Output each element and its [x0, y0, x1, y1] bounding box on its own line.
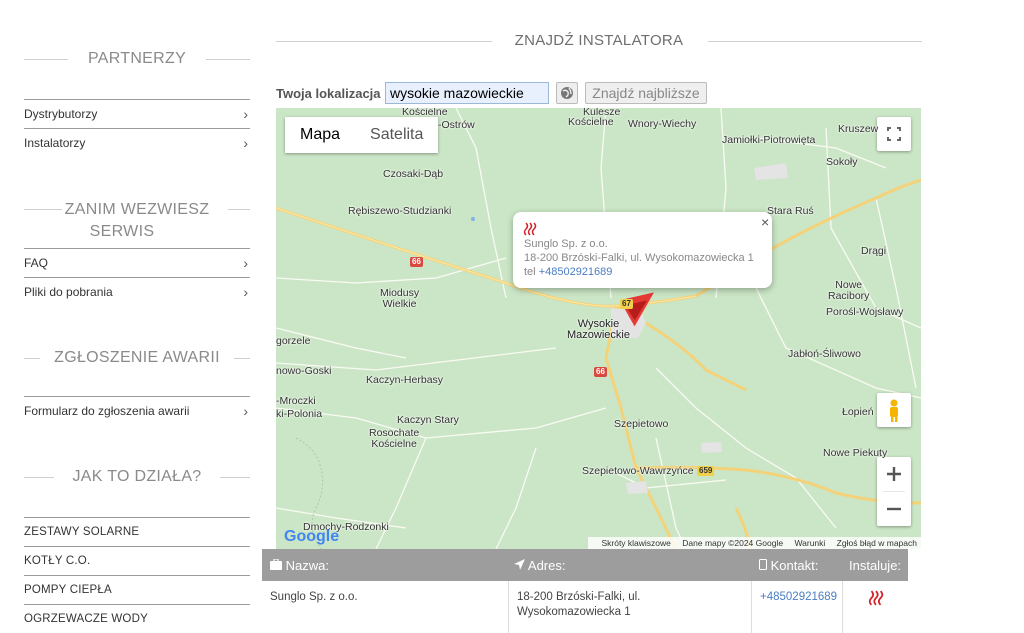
plus-icon: [887, 467, 901, 481]
map-attribution: Skróty klawiszowe Dane mapy ©2024 Google…: [588, 537, 921, 549]
contact-phone-link[interactable]: +48502921689: [760, 591, 837, 603]
road-number-badge: 659: [697, 466, 715, 476]
road-number-badge: 66: [594, 367, 607, 377]
place-label: Rębiszewo-Studzianki: [348, 205, 452, 217]
geolocate-button[interactable]: [556, 82, 578, 104]
place-label: Jabłoń-Śliwowo: [788, 348, 861, 360]
road-number-badge: 66: [410, 257, 423, 267]
chevron-right-icon: ›: [243, 135, 248, 151]
sidebar-item-formularz[interactable]: Formularz do zgłoszenia awarii ›: [24, 396, 250, 425]
place-label: Nowe Piekuty: [823, 447, 888, 459]
sidebar-item-pliki[interactable]: Pliki do pobrania ›: [24, 277, 250, 306]
road-number-badge: 67: [620, 299, 633, 309]
table-row: Sunglo Sp. z o.o. 18-200 Brzóski-Falki, …: [262, 581, 908, 633]
heat-waves-icon: [523, 222, 537, 236]
find-nearest-button[interactable]: Znajdź najbliższe: [585, 82, 707, 104]
place-label: Stara Ruś: [767, 205, 814, 217]
header-contact: Kontakt:: [759, 558, 818, 573]
info-phone: tel +48502921689: [524, 266, 613, 278]
header-name: Nazwa:: [270, 558, 329, 573]
place-label: nowo-Goski: [276, 365, 332, 377]
terms-link[interactable]: Warunki: [794, 538, 825, 548]
info-address: 18-200 Brzóski-Falki, ul. Wysokomazowiec…: [524, 252, 754, 264]
results-table-header: Nazwa: Adres: Kontakt: Instaluje:: [262, 549, 908, 581]
cell-address: 18-200 Brzóski-Falki, ul. Wysokomazowiec…: [508, 581, 752, 633]
chevron-right-icon: ›: [243, 255, 248, 271]
map[interactable]: Mapa Satelita Kulesze Kościelne Kościeln…: [276, 108, 921, 549]
place-label: gorzele: [276, 335, 311, 347]
sidebar-item-faq[interactable]: FAQ ›: [24, 248, 250, 277]
zoom-out-button[interactable]: [877, 492, 911, 526]
street-view-button[interactable]: [877, 393, 911, 427]
place-label: Nowe Racibory: [828, 279, 870, 302]
place-label: Drągi: [861, 245, 887, 257]
sidebar-item-dystrybutorzy[interactable]: Dystrybutorzy ›: [24, 99, 250, 128]
cell-contact: +48502921689: [751, 581, 843, 633]
place-label: Jamiołki-Piotrowięta: [722, 134, 816, 146]
chevron-right-icon: ›: [243, 403, 248, 419]
info-phone-link[interactable]: +48502921689: [539, 266, 613, 278]
place-label: Kruszew: [838, 123, 879, 135]
sidebar-section-serwis-title: ZANIM WEZWIESZ SERWIS: [24, 199, 250, 243]
place-label: -Ostrów: [438, 119, 475, 131]
google-logo: Google: [284, 528, 340, 545]
chevron-right-icon: ›: [243, 106, 248, 122]
location-arrow-icon: [514, 559, 525, 570]
sidebar-item-ogrzewacze[interactable]: OGRZEWACZE WODY: [24, 604, 250, 633]
place-label: Wnory-Wiechy: [628, 118, 697, 130]
chevron-right-icon: ›: [243, 284, 248, 300]
place-label: Czosaki-Dąb: [383, 168, 444, 180]
sidebar-item-pompy[interactable]: POMPY CIEPŁA: [24, 575, 250, 604]
zoom-in-button[interactable]: [877, 457, 911, 491]
map-data-text: Dane mapy ©2024 Google: [682, 538, 784, 548]
place-label: Sokoły: [826, 156, 858, 168]
minus-icon: [887, 507, 901, 511]
phone-icon: [759, 559, 767, 570]
map-type-control: Mapa Satelita: [285, 117, 439, 153]
info-name: Sunglo Sp. z o.o.: [524, 238, 608, 250]
place-label: Szepietowo: [614, 418, 669, 430]
pegman-icon: [890, 399, 898, 422]
map-type-map-button[interactable]: Mapa: [285, 117, 355, 153]
keyboard-shortcuts-link[interactable]: Skróty klawiszowe: [601, 538, 670, 548]
map-info-window: × Sunglo Sp. z o.o. 18-200 Brzóski-Falki…: [513, 212, 772, 288]
cell-name: Sunglo Sp. z o.o.: [270, 591, 358, 603]
sidebar-section-awarii-title: ZGŁOSZENIE AWARII: [24, 349, 250, 369]
zoom-control: [877, 457, 911, 526]
place-label: Szepietowo-Wawrzyńce: [582, 465, 694, 477]
sidebar-item-zestawy[interactable]: ZESTAWY SOLARNE: [24, 517, 250, 546]
header-installs: Instaluje:: [849, 558, 902, 573]
location-input[interactable]: [385, 82, 549, 104]
location-label: Twoja lokalizacja: [276, 86, 381, 101]
place-label: Wysokie Mazowieckie: [567, 318, 630, 341]
place-label: ki-Polonia: [276, 408, 323, 420]
page-title: ZNAJDŹ INSTALATORA: [276, 32, 922, 49]
close-icon[interactable]: ×: [761, 214, 769, 230]
fullscreen-icon: [887, 127, 901, 141]
report-error-link[interactable]: Zgłoś błąd w mapach: [837, 538, 917, 548]
map-type-satellite-button[interactable]: Satelita: [355, 117, 438, 153]
place-label: Kaczyn-Herbasy: [366, 374, 444, 386]
place-label: Rosochate Kościelne: [369, 427, 420, 450]
place-label: -Mroczki: [276, 395, 316, 407]
heat-waves-icon: [868, 590, 884, 606]
sidebar-item-kotly[interactable]: KOTŁY C.O.: [24, 546, 250, 575]
header-address: Adres:: [514, 558, 565, 573]
fullscreen-button[interactable]: [877, 117, 911, 151]
cell-installs: [842, 581, 909, 633]
place-label: Kościelne: [568, 116, 614, 128]
place-label: Kaczyn Stary: [397, 414, 459, 426]
place-label: Miodusy Wielkie: [380, 287, 420, 310]
place-label: Łopień: [842, 406, 874, 418]
sidebar-item-instalatorzy[interactable]: Instalatorzy ›: [24, 128, 250, 157]
sidebar-section-partnerzy-title: PARTNERZY: [24, 50, 250, 70]
place-label: Kościelne: [402, 108, 448, 118]
place-label: Porośl-Wojsławy: [826, 306, 904, 318]
briefcase-icon: [270, 558, 282, 570]
sidebar-section-jak-title: JAK TO DZIAŁA?: [24, 468, 250, 488]
globe-icon: [561, 87, 573, 99]
